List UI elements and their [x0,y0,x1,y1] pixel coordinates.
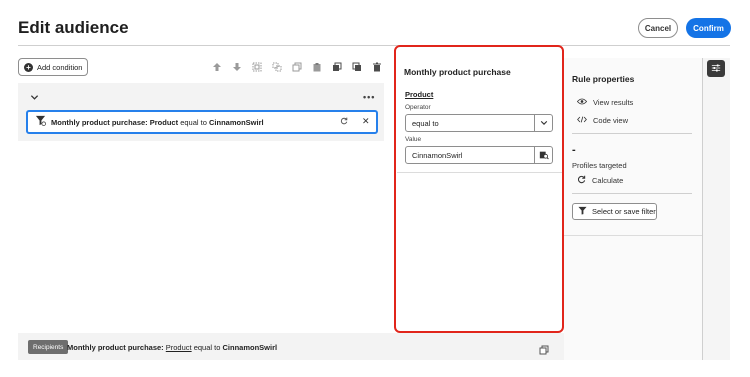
condition-attribute: Product [149,117,179,127]
edit-audience-screen: Edit audience Cancel Confirm + Add condi… [0,0,750,377]
operator-select[interactable]: equal to [405,114,553,132]
condition-prefix: Monthly product purchase: [51,117,148,127]
value-picker-icon[interactable] [534,147,552,163]
properties-toggle-button[interactable] [707,60,725,77]
value-input[interactable]: CinnamonSwirl [405,146,553,164]
copy-icon[interactable] [289,60,305,74]
right-panel-divider [702,58,703,360]
condition-editor-panel [394,45,564,333]
editor-title: Monthly product purchase [404,67,511,77]
move-up-icon[interactable] [209,60,225,74]
summary-prefix: Monthly product purchase: [67,343,164,352]
refresh-icon[interactable] [340,117,348,127]
summary-value: CinnamonSwirl [222,343,278,352]
add-condition-button[interactable]: + Add condition [18,58,88,76]
group-icon[interactable] [249,60,265,74]
value-input-text: CinnamonSwirl [412,150,463,160]
right-toolbar-background [703,58,730,360]
close-icon[interactable]: ✕ [362,116,370,127]
condition-operator: equal to [180,117,207,127]
editor-divider [397,172,562,173]
page-title: Edit audience [18,18,129,37]
rule-properties-panel [564,58,702,236]
condition-value: CinnamonSwirl [209,117,264,127]
operator-label: Operator [405,104,431,111]
move-down-icon[interactable] [229,60,245,74]
ungroup-icon[interactable] [269,60,285,74]
delete-icon[interactable] [369,60,385,74]
condition-row[interactable]: Monthly product purchase: Product equal … [26,110,378,134]
more-options-icon[interactable]: ••• [363,92,375,102]
recipients-tag: Recipients [28,340,69,354]
editor-field-link[interactable]: Product [405,90,433,99]
condition-text: Monthly product purchase: Product equal … [51,118,264,127]
chevron-down-icon[interactable] [534,115,552,131]
copy-icon[interactable] [539,342,549,355]
operator-value: equal to [412,118,439,128]
value-label: Value [405,136,422,143]
canvas-toolbar [209,60,385,74]
paste-icon[interactable] [309,60,325,74]
duplicate-icon[interactable] [329,60,345,74]
confirm-button[interactable]: Confirm [686,18,731,38]
summary-operator: equal to [193,343,221,352]
duplicate-alt-icon[interactable] [349,60,365,74]
sliders-icon [711,60,721,78]
filter-icon [35,113,46,131]
audience-summary-text: Monthly product purchase: Product equal … [67,343,277,352]
add-icon: + [24,62,33,72]
summary-attribute[interactable]: Product [166,343,192,352]
cancel-button[interactable]: Cancel [638,18,678,38]
chevron-down-icon[interactable] [30,93,40,103]
add-condition-label: Add condition [37,62,83,72]
